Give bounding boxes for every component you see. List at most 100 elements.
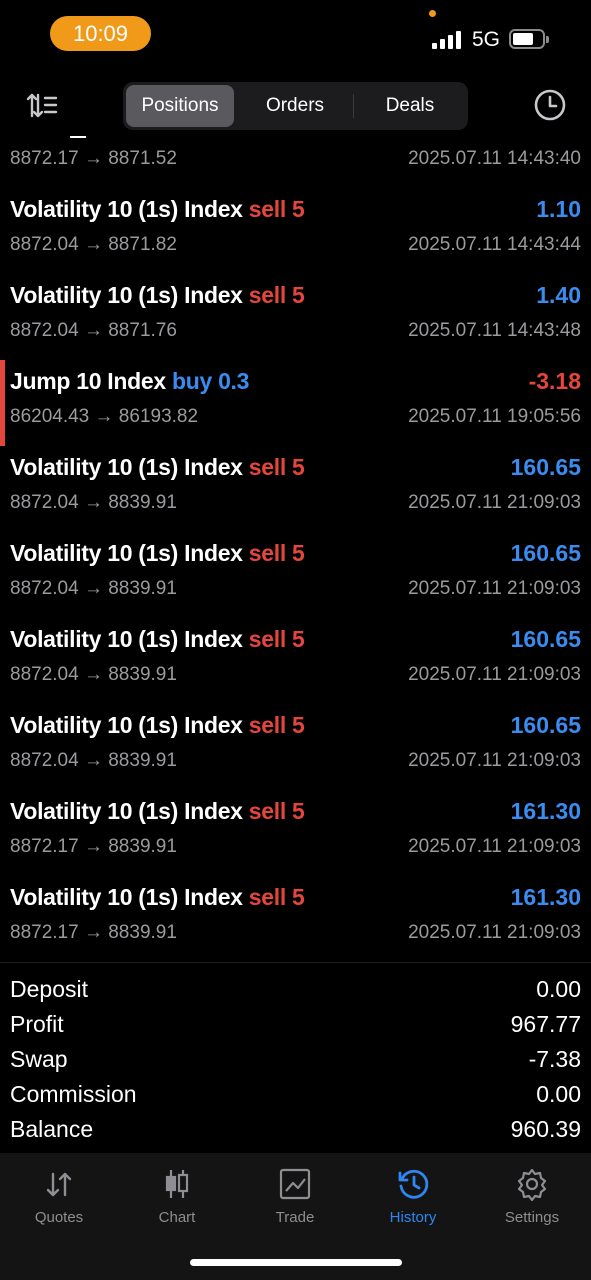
deal-side: sell 5 [248,540,305,566]
deal-profit: 1.10 [536,196,581,222]
deal-profit: 160.65 [510,540,581,566]
summary-row-balance: Balance 960.39 [0,1110,591,1145]
deal-symbol: Volatility 10 (1s) Index [10,798,243,824]
deal-prices: 8872.04 → 8839.91 [10,664,177,685]
deal-side: sell 5 [248,196,305,222]
status-time: 10:09 [50,16,151,51]
tab-label: Quotes [34,1209,84,1226]
deal-title: Volatility 10 (1s) Index sell 5 [10,454,305,481]
tab-label: Settings [504,1209,560,1226]
tab-positions[interactable]: Positions [126,85,234,127]
deal-profit: 161.30 [510,884,581,910]
tab-label: Trade [275,1209,315,1226]
clipped-title-fragment [70,136,86,138]
list-item[interactable]: Jump 10 Index buy 0.3 -3.18 86204.43 → 8… [0,360,591,446]
tab-trade[interactable]: Trade [236,1163,354,1235]
deal-symbol: Volatility 10 (1s) Index [10,454,243,480]
list-item[interactable]: Volatility 10 (1s) Index sell 5 160.65 8… [0,446,591,532]
deals-list[interactable]: 8872.17 → 8871.52 2025.07.11 14:43:40 Vo… [0,136,591,962]
toolbar: Positions Orders Deals [0,70,591,136]
deal-profit: 160.65 [510,712,581,738]
deal-symbol: Volatility 10 (1s) Index [10,884,243,910]
network-type: 5G [472,28,501,51]
deal-prices: 8872.04 → 8839.91 [10,492,177,513]
deal-side: sell 5 [248,282,305,308]
tab-settings[interactable]: Settings [473,1163,591,1235]
battery-icon [509,29,549,49]
account-summary: Deposit 0.00 Profit 967.77 Swap -7.38 Co… [0,962,591,1153]
list-item[interactable]: Volatility 10 (1s) Index sell 5 160.65 8… [0,532,591,618]
deal-datetime: 2025.07.11 21:09:03 [408,492,581,513]
summary-row-deposit: Deposit 0.00 [0,970,591,1005]
history-clock-icon[interactable] [533,88,567,122]
list-item[interactable]: Volatility 10 (1s) Index sell 5 1.40 887… [0,274,591,360]
deal-prices: 8872.17 → 8839.91 [10,922,177,943]
deal-title: Jump 10 Index buy 0.3 [10,368,249,395]
deal-prices: 8872.04 → 8839.91 [10,578,177,599]
deal-symbol: Jump 10 Index [10,368,166,394]
deal-datetime: 2025.07.11 14:43:44 [408,234,581,255]
history-segmented-control: Positions Orders Deals [123,82,468,130]
deal-profit: 161.30 [510,798,581,824]
deal-title: Volatility 10 (1s) Index sell 5 [10,798,305,825]
tab-orders[interactable]: Orders [239,85,351,127]
deal-profit: 160.65 [510,626,581,652]
deal-title: Volatility 10 (1s) Index sell 5 [10,712,305,739]
tab-history[interactable]: History [354,1163,472,1235]
deal-profit: 160.65 [510,454,581,480]
summary-label: Commission [10,1081,137,1107]
deal-side: sell 5 [248,626,305,652]
tab-deals[interactable]: Deals [355,85,465,127]
list-item[interactable]: 8872.17 → 8871.52 2025.07.11 14:43:40 [0,136,591,179]
deal-prices: 8872.04 → 8871.82 [10,234,177,255]
history-clock-icon [398,1169,429,1199]
deal-title: Volatility 10 (1s) Index sell 5 [10,196,305,223]
tab-label: Chart [158,1209,196,1226]
tab-chart[interactable]: Chart [118,1163,236,1235]
summary-value: 967.77 [510,1011,581,1037]
deal-symbol: Volatility 10 (1s) Index [10,712,243,738]
deal-side: sell 5 [248,712,305,738]
deal-datetime: 2025.07.11 21:09:03 [408,664,581,685]
list-item[interactable]: Volatility 10 (1s) Index sell 5 160.65 8… [0,618,591,704]
deal-side: buy 0.3 [171,368,250,394]
deal-side: sell 5 [248,454,305,480]
deal-profit: -3.18 [528,368,581,394]
deal-prices: 8872.17 → 8839.91 [10,836,177,857]
list-item[interactable]: Volatility 10 (1s) Index sell 5 161.30 8… [0,790,591,876]
quotes-arrows-icon [46,1172,72,1197]
summary-row-swap: Swap -7.38 [0,1040,591,1075]
home-indicator[interactable] [190,1259,402,1266]
deal-title: Volatility 10 (1s) Index sell 5 [10,626,305,653]
segment-divider [353,94,354,118]
summary-value: 960.39 [510,1116,581,1142]
list-item[interactable]: Volatility 10 (1s) Index sell 5 1.10 887… [0,188,591,274]
deal-side: sell 5 [248,884,305,910]
summary-label: Deposit [10,976,88,1002]
deal-datetime: 2025.07.11 21:09:03 [408,750,581,771]
deal-title: Volatility 10 (1s) Index sell 5 [10,540,305,567]
summary-label: Balance [10,1116,94,1142]
summary-value: 0.00 [536,976,581,1002]
deal-profit: 1.40 [536,282,581,308]
signal-strength-icon [432,31,462,49]
summary-row-commission: Commission 0.00 [0,1075,591,1110]
deal-title: Volatility 10 (1s) Index sell 5 [10,884,305,911]
privacy-indicator-dot [429,10,436,17]
deal-datetime: 2025.07.11 21:09:03 [408,836,581,857]
loss-accent-bar [0,360,5,446]
deal-datetime: 2025.07.11 14:43:48 [408,320,581,341]
summary-row-profit: Profit 967.77 [0,1005,591,1040]
deal-symbol: Volatility 10 (1s) Index [10,626,243,652]
deal-prices: 8872.04 → 8871.76 [10,320,177,341]
tab-quotes[interactable]: Quotes [0,1163,118,1235]
deal-side: sell 5 [248,798,305,824]
trade-chart-icon [279,1168,311,1200]
deal-datetime: 2025.07.11 21:09:03 [408,578,581,599]
sort-icon[interactable] [26,92,58,118]
deal-symbol: Volatility 10 (1s) Index [10,196,243,222]
list-item[interactable]: Volatility 10 (1s) Index sell 5 161.30 8… [0,876,591,962]
status-bar: 10:09 5G [0,0,591,70]
list-item[interactable]: Volatility 10 (1s) Index sell 5 160.65 8… [0,704,591,790]
deal-datetime: 2025.07.11 19:05:56 [408,406,581,427]
